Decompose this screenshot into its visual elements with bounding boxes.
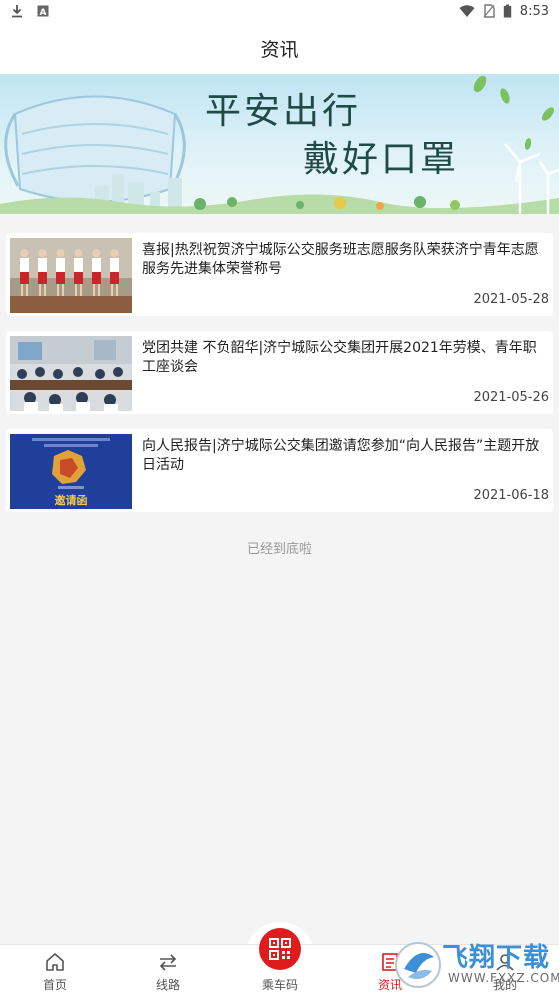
face-mask-graphic (4, 95, 186, 203)
page-title: 资讯 (260, 38, 299, 61)
news-thumbnail (10, 336, 132, 411)
notification-a-icon: A (37, 5, 49, 18)
download-icon (12, 5, 22, 18)
news-list: 喜报|热烈祝贺济宁城际公交服务班志愿服务队荣获济宁青年志愿服务先进集体荣誉称号 … (6, 233, 553, 527)
watermark-logo-icon (395, 942, 441, 988)
status-right: 8:53 (459, 4, 549, 19)
tab-ride-code-label: 乘车码 (261, 978, 298, 992)
status-bar: A 8:53 (0, 0, 559, 22)
news-title: 喜报|热烈祝贺济宁城际公交服务班志愿服务队荣获济宁青年志愿服务先进集体荣誉称号 (142, 242, 539, 277)
news-thumbnail: 邀请函 (10, 434, 132, 509)
banner-headline-1: 平安出行 (205, 91, 362, 132)
volunteers-photo (10, 238, 132, 313)
news-date: 2021-06-18 (473, 488, 549, 503)
tab-routes[interactable]: 线路 (128, 945, 208, 997)
invitation-caption: 邀请函 (55, 493, 88, 507)
tab-routes-label: 线路 (155, 978, 180, 992)
news-body: 党团共建 不负韶华|济宁城际公交集团开展2021年劳模、青年职工座谈会 2021… (132, 336, 549, 409)
news-item[interactable]: 党团共建 不负韶华|济宁城际公交集团开展2021年劳模、青年职工座谈会 2021… (6, 331, 553, 414)
news-thumbnail (10, 238, 132, 313)
swap-route-icon (159, 954, 177, 971)
leaves-graphic (473, 75, 554, 150)
watermark-brand: 飞翔下载 (442, 943, 551, 973)
news-title: 党团共建 不负韶华|济宁城际公交集团开展2021年劳模、青年职工座谈会 (142, 340, 537, 375)
news-body: 向人民报告|济宁城际公交集团邀请您参加“向人民报告”主题开放日活动 2021-0… (132, 434, 549, 507)
home-icon (46, 953, 64, 971)
tab-home-label: 首页 (42, 978, 67, 992)
news-title: 向人民报告|济宁城际公交集团邀请您参加“向人民报告”主题开放日活动 (142, 438, 540, 473)
banner-headline-2: 戴好口罩 (303, 139, 460, 180)
status-time: 8:53 (519, 3, 549, 19)
banner[interactable]: 平安出行 戴好口罩 (0, 74, 559, 214)
battery-icon (503, 4, 511, 18)
watermark-url: WWW.FXXZ.COM (448, 971, 559, 985)
news-body: 喜报|热烈祝贺济宁城际公交服务班志愿服务队荣获济宁青年志愿服务先进集体荣誉称号 … (132, 238, 549, 311)
news-date: 2021-05-26 (473, 390, 549, 405)
tab-home[interactable]: 首页 (15, 945, 95, 997)
invitation-card-image: 邀请函 (10, 434, 132, 509)
wifi-icon (459, 5, 475, 17)
svg-text:A: A (40, 8, 47, 18)
news-date: 2021-05-28 (473, 292, 549, 307)
status-left: A (10, 4, 50, 18)
sim-icon (483, 4, 495, 18)
page-header: 资讯 (0, 22, 559, 74)
news-item[interactable]: 喜报|热烈祝贺济宁城际公交服务班志愿服务队荣获济宁青年志愿服务先进集体荣誉称号 … (6, 233, 553, 316)
qr-code-icon (269, 938, 291, 960)
site-watermark: 飞翔下载 WWW.FXXZ.COM (392, 935, 559, 997)
meeting-photo (10, 336, 132, 411)
end-of-list-text: 已经到底啦 (246, 542, 312, 557)
news-item[interactable]: 邀请函 向人民报告|济宁城际公交集团邀请您参加“向人民报告”主题开放日活动 20… (6, 429, 553, 512)
qr-code-button[interactable] (259, 928, 301, 970)
